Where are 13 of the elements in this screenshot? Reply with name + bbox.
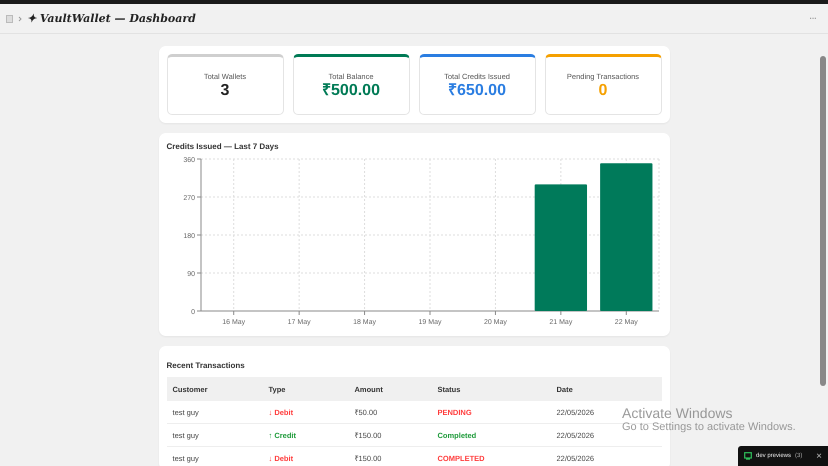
chevron-icon [18,16,22,22]
menu-button[interactable]: ··· [809,13,822,24]
activation-text: Go to Settings to activate Windows. [622,421,796,433]
stat-value: 0 [598,82,608,100]
activation-title: Activate Windows [622,405,734,421]
monitor-icon [744,452,752,460]
stat-value: ₹650.00 [448,82,506,100]
close-button[interactable]: × [816,450,822,462]
table-title: Recent Transactions [166,361,245,370]
page-title: ✦ VaultWallet — Dashboard [27,12,196,25]
stat-value: ₹500.00 [322,82,380,100]
chart-title: Credits Issued — Last 7 Days [166,142,280,151]
stat-value: 3 [220,82,230,100]
